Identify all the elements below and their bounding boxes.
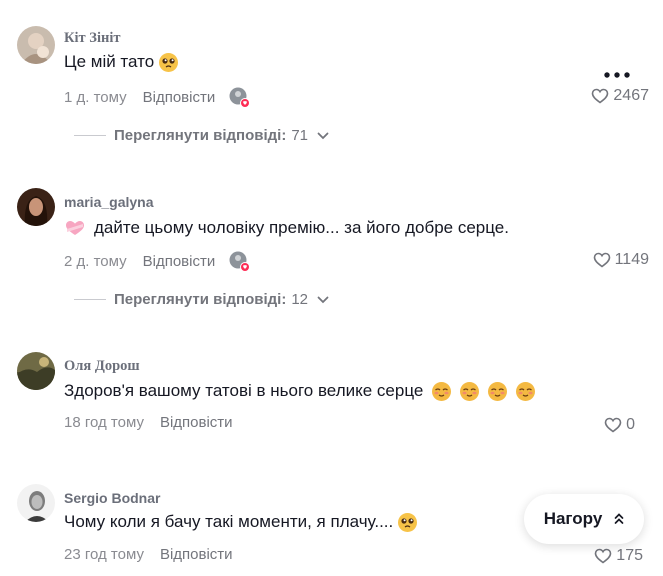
comment-text: Здоров'я вашому татові в нього велике се…: [64, 381, 536, 401]
chevron-down-icon: [317, 296, 329, 303]
comment-text-content: Здоров'я вашому татові в нього велике се…: [64, 381, 424, 400]
reply-button[interactable]: Відповісти: [143, 253, 216, 270]
pleading-face-icon: [159, 52, 179, 72]
comment-text: Чому коли я бачу такі моменти, я плачу..…: [64, 512, 418, 532]
username[interactable]: maria_galyna: [64, 194, 154, 210]
relieved-face-icon: [516, 381, 536, 401]
avatar[interactable]: [17, 352, 55, 390]
like-count: 0: [626, 416, 635, 433]
heart-outline-icon: [593, 252, 610, 268]
heart-outline-icon: [592, 88, 609, 104]
comment-text: Це мій тато: [64, 52, 179, 72]
comment-text: дайте цьому чоловіку премію... за його д…: [64, 218, 509, 238]
like-button[interactable]: 2467: [591, 87, 649, 105]
creator-liked-avatar: [229, 87, 251, 108]
scroll-to-top-label: Нагору: [543, 509, 603, 528]
avatar[interactable]: [17, 26, 55, 64]
comment-meta: 23 год тому Відповісти: [64, 546, 233, 563]
avatar[interactable]: [17, 484, 55, 522]
double-chevron-up-icon: [614, 513, 624, 524]
comment-time: 18 год тому: [64, 414, 144, 431]
relieved-face-icon: [432, 381, 452, 401]
comment-text-content: Це мій тато: [64, 52, 155, 71]
like-count: 175: [616, 547, 643, 564]
comment-meta: 1 д. тому Відповісти: [64, 87, 251, 108]
username[interactable]: Sergio Bodnar: [64, 490, 160, 506]
relieved-face-icon: [488, 381, 508, 401]
divider-line: [74, 135, 106, 136]
chevron-down-icon: [317, 132, 329, 139]
like-button[interactable]: 1149: [593, 251, 649, 269]
comment-text-content: дайте цьому чоловіку премію... за його д…: [94, 218, 509, 237]
replies-count: 12: [291, 291, 308, 308]
like-count: 2467: [613, 87, 649, 104]
heart-outline-icon: [594, 548, 612, 564]
like-button[interactable]: 175: [594, 547, 643, 565]
comment-meta: 2 д. тому Відповісти: [64, 251, 251, 272]
replies-count: 71: [291, 127, 308, 144]
comment-time: 1 д. тому: [64, 88, 127, 106]
view-replies-button[interactable]: Переглянути відповіді: 12: [74, 291, 329, 308]
like-button[interactable]: 0: [604, 416, 635, 434]
heart-ribbon-icon: [64, 220, 86, 236]
view-replies-label: Переглянути відповіді:: [114, 127, 287, 144]
reply-button[interactable]: Відповісти: [160, 414, 233, 431]
divider-line: [74, 299, 106, 300]
comment-text-content: Чому коли я бачу такі моменти, я плачу..…: [64, 512, 394, 531]
comment-time: 23 год тому: [64, 546, 144, 563]
avatar[interactable]: [17, 188, 55, 226]
scroll-to-top-button[interactable]: Нагору: [524, 494, 644, 544]
username[interactable]: Оля Дорош: [64, 358, 140, 375]
reply-button[interactable]: Відповісти: [160, 546, 233, 563]
relieved-face-icon: [460, 381, 480, 401]
more-options-icon[interactable]: [603, 66, 631, 84]
username[interactable]: Кіт Зініт: [64, 30, 120, 47]
reply-button[interactable]: Відповісти: [143, 89, 216, 106]
heart-outline-icon: [604, 417, 622, 433]
comment-time: 2 д. тому: [64, 252, 127, 270]
view-replies-label: Переглянути відповіді:: [114, 291, 287, 308]
like-count: 1149: [614, 251, 649, 268]
view-replies-button[interactable]: Переглянути відповіді: 71: [74, 127, 329, 144]
creator-liked-avatar: [229, 251, 251, 272]
pleading-face-icon: [398, 512, 418, 532]
comment-meta: 18 год тому Відповісти: [64, 414, 233, 431]
